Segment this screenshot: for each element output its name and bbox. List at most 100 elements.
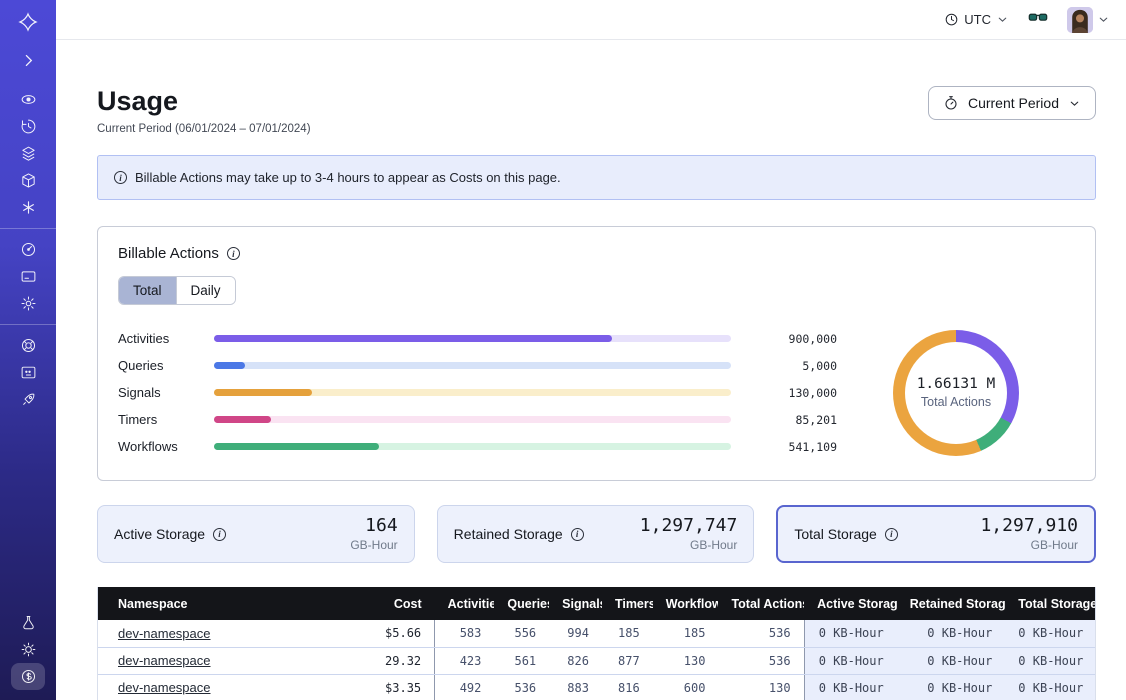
storage-card-value: 1,297,747 <box>640 516 738 536</box>
chevron-down-icon <box>996 13 1009 26</box>
namespace-link[interactable]: dev-namespace <box>118 680 211 695</box>
bar-label: Signals <box>118 385 200 400</box>
namespaces-eye-icon[interactable] <box>11 86 45 113</box>
table-cell: 185 <box>602 620 653 647</box>
bar-row-timers: Timers85,201 <box>118 406 837 433</box>
rocket-icon[interactable] <box>11 386 45 413</box>
bar-label: Workflows <box>118 439 200 454</box>
tab-total[interactable]: Total <box>119 277 176 304</box>
bar-fill <box>214 389 312 396</box>
sidebar-divider <box>0 228 56 229</box>
table-cell: 536 <box>718 620 804 647</box>
settings-gear-icon[interactable] <box>11 290 45 317</box>
storage-card-unit: GB-Hour <box>350 538 397 552</box>
asterisk-icon[interactable] <box>11 194 45 221</box>
column-header-cost: Cost <box>352 587 435 620</box>
bar-label: Timers <box>118 412 200 427</box>
table-cell: $5.66 <box>352 620 435 647</box>
table-cell: 0 KB-Hour <box>897 674 1006 700</box>
bar-value: 5,000 <box>745 359 837 373</box>
table-cell: 0 KB-Hour <box>804 647 897 674</box>
avatar <box>1067 7 1093 33</box>
table-cell: $3.35 <box>352 674 435 700</box>
storage-card-active-storage: Active Storage164GB-Hour <box>97 505 415 563</box>
sidebar-divider <box>0 324 56 325</box>
info-icon[interactable] <box>213 528 226 541</box>
temporal-logo-icon[interactable] <box>11 8 45 35</box>
column-header-workflows: Workflows <box>653 587 719 620</box>
column-header-total-actions: Total Actions <box>718 587 804 620</box>
table-cell: 0 KB-Hour <box>897 647 1006 674</box>
table-cell: 0 KB-Hour <box>1005 620 1095 647</box>
billable-actions-title: Billable Actions <box>118 245 219 262</box>
column-header-queries: Queries <box>494 587 549 620</box>
table-cell: 0 KB-Hour <box>804 674 897 700</box>
namespace-link[interactable]: dev-namespace <box>118 653 211 668</box>
column-header-active-storage: Active Storage <box>804 587 897 620</box>
storage-summary-row: Active Storage164GB-Hour Retained Storage… <box>97 505 1096 563</box>
column-header-timers: Timers <box>602 587 653 620</box>
table-cell: 130 <box>718 674 804 700</box>
column-header-activities: Activities <box>435 587 495 620</box>
table-cell: 816 <box>602 674 653 700</box>
bar-fill <box>214 443 379 450</box>
bar-track <box>214 362 731 369</box>
table-cell: 29.32 <box>352 647 435 674</box>
tab-daily[interactable]: Daily <box>176 277 235 304</box>
timezone-label: UTC <box>964 12 991 27</box>
timezone-selector[interactable]: UTC <box>944 12 1009 27</box>
bar-fill <box>214 335 612 342</box>
donut-total-label: Total Actions <box>921 395 991 409</box>
layers-icon[interactable] <box>11 140 45 167</box>
sidebar <box>0 0 56 700</box>
dollar-coin-icon[interactable] <box>11 663 45 690</box>
bar-track <box>214 389 731 396</box>
bar-row-activities: Activities900,000 <box>118 325 837 352</box>
column-header-total-storage: Total Storage <box>1005 587 1095 620</box>
user-menu[interactable] <box>1067 7 1110 33</box>
donut-total-value: 1.66131 M <box>917 376 996 392</box>
info-icon[interactable] <box>885 528 898 541</box>
table-cell: 583 <box>435 620 495 647</box>
table-row: dev-namespace$3.354925368838166001300 KB… <box>98 674 1095 700</box>
namespace-link[interactable]: dev-namespace <box>118 626 211 641</box>
info-banner: Billable Actions may take up to 3-4 hour… <box>97 155 1096 200</box>
table-row: dev-namespace$5.665835569941851855360 KB… <box>98 620 1095 647</box>
chevron-down-icon <box>1097 13 1110 26</box>
table-cell: 877 <box>602 647 653 674</box>
table-cell: 185 <box>653 620 719 647</box>
table-cell: 826 <box>549 647 602 674</box>
support-lifebuoy-icon[interactable] <box>11 332 45 359</box>
bar-value: 541,109 <box>745 440 837 454</box>
table-cell: 0 KB-Hour <box>897 620 1006 647</box>
sun-icon[interactable] <box>11 636 45 663</box>
period-dropdown-button[interactable]: Current Period <box>928 86 1096 120</box>
table-cell: 556 <box>494 620 549 647</box>
info-icon[interactable] <box>571 528 584 541</box>
history-clock-icon[interactable] <box>11 113 45 140</box>
info-icon[interactable] <box>227 247 240 260</box>
table-cell: 0 KB-Hour <box>1005 674 1095 700</box>
table-cell: 883 <box>549 674 602 700</box>
cube-icon[interactable] <box>11 167 45 194</box>
table-cell: 600 <box>653 674 719 700</box>
total-daily-toggle: TotalDaily <box>118 276 236 305</box>
glasses-icon[interactable] <box>1027 6 1049 33</box>
table-cell: 994 <box>549 620 602 647</box>
topbar: UTC <box>56 0 1126 40</box>
storage-card-label: Active Storage <box>114 526 205 542</box>
bar-row-signals: Signals130,000 <box>118 379 837 406</box>
bar-fill <box>214 362 245 369</box>
gauge-icon[interactable] <box>11 236 45 263</box>
table-row: dev-namespace29.324235618268771305360 KB… <box>98 647 1095 674</box>
storage-card-retained-storage: Retained Storage1,297,747GB-Hour <box>437 505 755 563</box>
flask-icon[interactable] <box>11 609 45 636</box>
usage-page: UTC Usage Current Period (06/01/2024 – 0… <box>0 0 1126 700</box>
storage-card-total-storage: Total Storage1,297,910GB-Hour <box>776 505 1096 563</box>
chevron-right-icon[interactable] <box>11 47 45 74</box>
terminal-icon[interactable] <box>11 359 45 386</box>
bar-track <box>214 443 731 450</box>
page-subtitle: Current Period (06/01/2024 – 07/01/2024) <box>97 123 311 135</box>
bar-label: Queries <box>118 358 200 373</box>
billing-card-icon[interactable] <box>11 263 45 290</box>
